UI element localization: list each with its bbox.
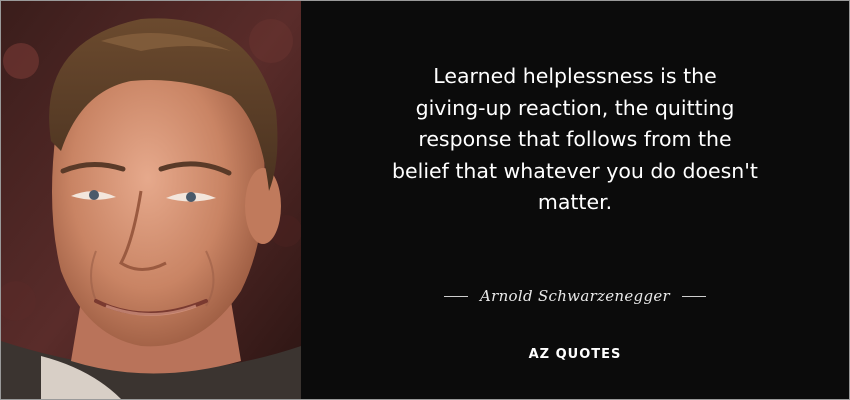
author-name: Arnold Schwarzenegger <box>479 287 671 305</box>
quote-text: Learned helplessness is the giving-up re… <box>321 61 829 219</box>
author-attribution: Arnold Schwarzenegger <box>301 281 849 311</box>
brand-logo: AZ QUOTES <box>528 347 622 362</box>
right-dash-divider <box>682 295 707 297</box>
left-dash-divider <box>443 295 468 297</box>
quote-panel: Learned helplessness is the giving-up re… <box>301 1 849 399</box>
quote-line: giving-up reaction, the quitting <box>415 95 735 120</box>
quote-line: response that follows from the <box>418 127 732 151</box>
quote-line: matter. <box>537 190 613 214</box>
author-portrait <box>1 1 301 399</box>
quote-line: belief that whatever you do doesn't <box>392 158 758 183</box>
quote-line: Learned helplessness is the <box>433 64 717 88</box>
quote-card: Learned helplessness is the giving-up re… <box>0 0 850 400</box>
